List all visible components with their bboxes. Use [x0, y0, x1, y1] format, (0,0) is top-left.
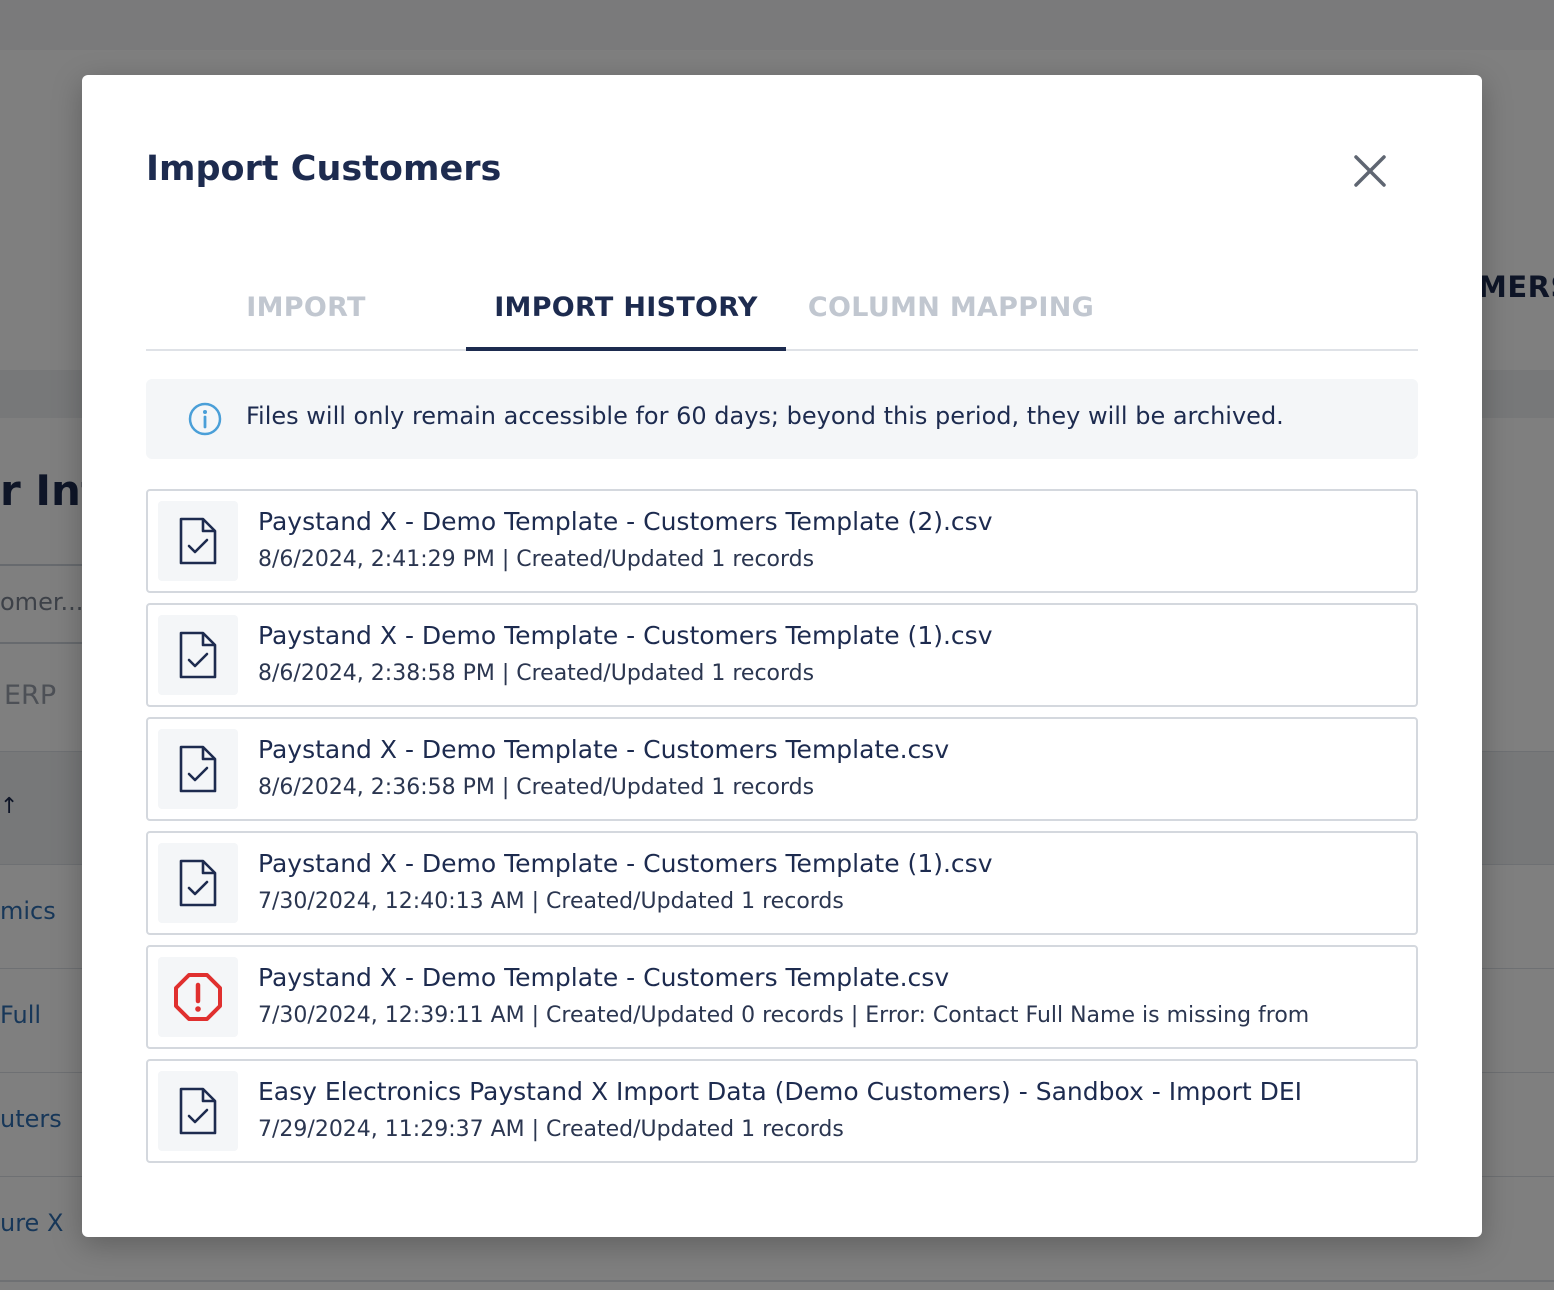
file-name: Paystand X - Demo Template - Customers T…: [258, 507, 993, 536]
tab-column-mapping[interactable]: COLUMN MAPPING: [786, 265, 1116, 349]
file-meta: 7/30/2024, 12:40:13 AM | Created/Updated…: [258, 889, 844, 914]
file-check-icon: [179, 631, 217, 679]
file-icon-container: [158, 615, 238, 695]
import-history-item[interactable]: Paystand X - Demo Template - Customers T…: [146, 489, 1418, 593]
file-name: Paystand X - Demo Template - Customers T…: [258, 963, 950, 992]
file-icon-container: [158, 843, 238, 923]
file-name: Paystand X - Demo Template - Customers T…: [258, 849, 993, 878]
file-name: Paystand X - Demo Template - Customers T…: [258, 735, 950, 764]
file-meta: 7/29/2024, 11:29:37 AM | Created/Updated…: [258, 1117, 844, 1142]
import-history-item-error[interactable]: Paystand X - Demo Template - Customers T…: [146, 945, 1418, 1049]
file-meta: 7/30/2024, 12:39:11 AM | Created/Updated…: [258, 1003, 1310, 1028]
import-history-item[interactable]: Paystand X - Demo Template - Customers T…: [146, 603, 1418, 707]
info-text: Files will only remain accessible for 60…: [246, 402, 1284, 430]
file-meta: 8/6/2024, 2:38:58 PM | Created/Updated 1…: [258, 661, 815, 686]
import-history-item[interactable]: Paystand X - Demo Template - Customers T…: [146, 831, 1418, 935]
tab-import-history[interactable]: IMPORT HISTORY: [466, 265, 786, 351]
file-meta: 8/6/2024, 2:36:58 PM | Created/Updated 1…: [258, 775, 815, 800]
file-icon-container: [158, 1071, 238, 1151]
file-check-icon: [179, 745, 217, 793]
close-icon: [1354, 155, 1386, 187]
modal-tabs: IMPORT IMPORT HISTORY COLUMN MAPPING: [146, 265, 1418, 351]
file-check-icon: [179, 859, 217, 907]
file-icon-container: [158, 957, 238, 1037]
error-octagon-icon: [174, 973, 222, 1021]
import-history-item[interactable]: Easy Electronics Paystand X Import Data …: [146, 1059, 1418, 1163]
file-meta: 8/6/2024, 2:41:29 PM | Created/Updated 1…: [258, 547, 815, 572]
file-check-icon: [179, 1087, 217, 1135]
file-icon-container: [158, 729, 238, 809]
info-banner: Files will only remain accessible for 60…: [146, 379, 1418, 459]
info-icon: [188, 402, 222, 436]
tab-import[interactable]: IMPORT: [146, 265, 466, 349]
import-customers-modal: Import Customers IMPORT IMPORT HISTORY C…: [82, 75, 1482, 1237]
file-check-icon: [179, 517, 217, 565]
close-button[interactable]: [1346, 147, 1394, 195]
modal-title: Import Customers: [146, 149, 502, 189]
file-name: Easy Electronics Paystand X Import Data …: [258, 1077, 1303, 1106]
import-history-item[interactable]: Paystand X - Demo Template - Customers T…: [146, 717, 1418, 821]
file-icon-container: [158, 501, 238, 581]
file-name: Paystand X - Demo Template - Customers T…: [258, 621, 993, 650]
